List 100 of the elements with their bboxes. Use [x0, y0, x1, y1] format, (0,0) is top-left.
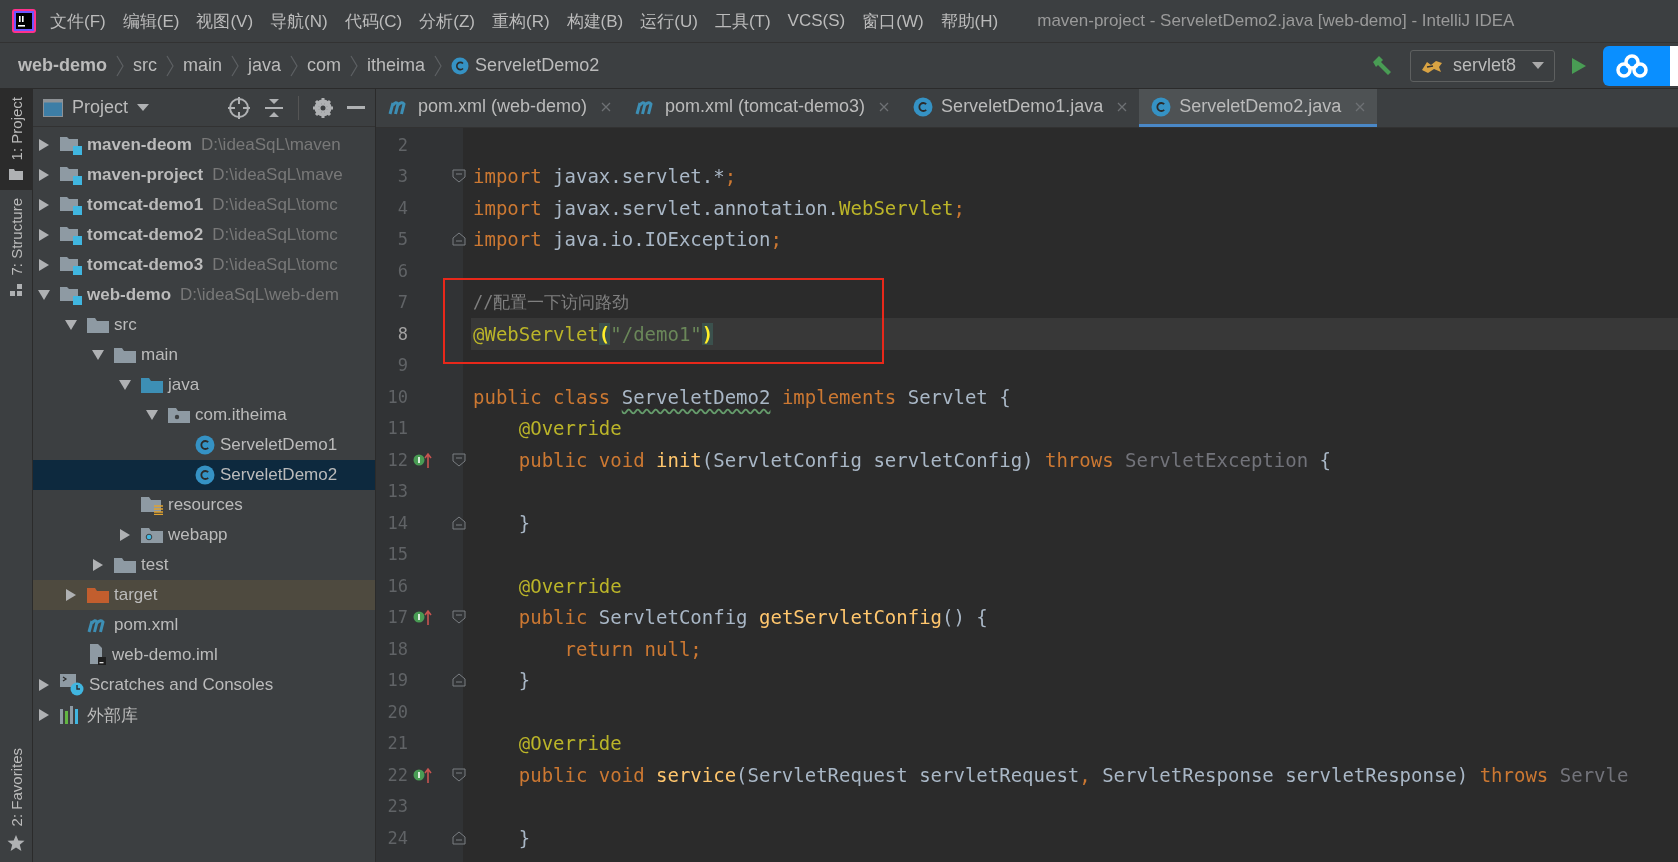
tree-item[interactable]: maven-deom D:\ideaSqL\maven — [33, 130, 375, 160]
fold-icon[interactable] — [451, 673, 466, 688]
fold-icon[interactable] — [451, 515, 466, 530]
tree-item[interactable]: main — [33, 340, 375, 370]
menu-item[interactable]: 代码(C) — [344, 9, 403, 33]
tree-item[interactable]: tomcat-demo3 D:\ideaSqL\tomc — [33, 250, 375, 280]
cloud-widget[interactable] — [1603, 45, 1678, 86]
code-line: import javax.servlet.*; — [472, 164, 738, 190]
menu-item[interactable]: 重构(R) — [492, 9, 550, 33]
fold-icon[interactable] — [451, 232, 466, 247]
tool-window-tab[interactable]: 7: Structure — [0, 190, 32, 306]
tree-item[interactable]: ServeletDemo2 — [33, 460, 375, 490]
tree-item[interactable]: tomcat-demo1 D:\ideaSqL\tomc — [33, 190, 375, 220]
structure-icon — [10, 283, 22, 296]
menu-item[interactable]: 构建(B) — [566, 9, 624, 33]
collapsed-arrow-icon[interactable] — [38, 229, 50, 241]
fold-icon[interactable] — [451, 169, 466, 184]
breadcrumb-item[interactable]: ServeletDemo2 — [451, 55, 600, 76]
collapsed-arrow-icon[interactable] — [38, 139, 50, 151]
menu-item[interactable]: 帮助(H) — [940, 9, 999, 33]
chevron-icon — [434, 54, 443, 77]
menu-item[interactable]: 运行(U) — [640, 9, 698, 33]
chevron-icon — [350, 54, 359, 77]
tree-item[interactable]: web-demo.iml — [33, 640, 375, 670]
menu-item[interactable]: 工具(T) — [714, 9, 771, 33]
locate-icon[interactable] — [228, 96, 250, 119]
menu-item[interactable]: 编辑(E) — [122, 9, 180, 33]
breadcrumb-item[interactable]: java — [248, 55, 282, 76]
package-icon — [168, 406, 190, 424]
breadcrumb-item[interactable]: src — [133, 55, 157, 76]
expanded-arrow-icon[interactable] — [119, 379, 131, 391]
collapsed-arrow-icon[interactable] — [38, 169, 50, 181]
expanded-arrow-icon[interactable] — [146, 409, 158, 421]
collapsed-arrow-icon[interactable] — [65, 589, 77, 601]
tree-item[interactable]: test — [33, 550, 375, 580]
breadcrumb-item[interactable]: com — [307, 55, 342, 76]
editor-tab[interactable]: pom.xml (web-demo) — [376, 89, 624, 127]
code-line: public void init(ServletConfig servletConfig) throws ServletException { — [517, 447, 1332, 473]
code-line: public void service(ServletRequest servletRequest, ServletResponse servletResponse) throws Servle — [517, 762, 1630, 788]
tool-window-tab[interactable]: 1: Project — [0, 89, 32, 191]
fold-icon[interactable] — [451, 830, 466, 845]
module-folder-icon — [60, 195, 82, 215]
editor-tab[interactable]: pom.xml (tomcat-demo3) — [623, 89, 902, 127]
scratches-icon — [60, 674, 84, 696]
collapsed-arrow-icon[interactable] — [92, 559, 104, 571]
fold-icon[interactable] — [451, 452, 466, 467]
tree-item[interactable]: com.itheima — [33, 400, 375, 430]
expanded-arrow-icon[interactable] — [38, 289, 50, 301]
module-folder-icon — [60, 225, 82, 245]
collapsed-arrow-icon[interactable] — [38, 259, 50, 271]
menu-item[interactable]: VCS(S) — [787, 11, 846, 31]
collapsed-arrow-icon[interactable] — [119, 529, 131, 541]
tree-item[interactable]: maven-project D:\ideaSqL\mave — [33, 160, 375, 190]
editor-tab[interactable]: ServeletDemo1.java — [901, 89, 1140, 127]
folder-icon — [114, 556, 136, 574]
fold-icon[interactable] — [451, 610, 466, 625]
implements-marker-icon[interactable] — [413, 451, 433, 468]
collapsed-arrow-icon[interactable] — [38, 679, 50, 691]
breadcrumb-item[interactable]: web-demo — [18, 55, 107, 76]
tree-item[interactable]: resources — [33, 490, 375, 520]
tool-window-tab[interactable]: 2: Favorites — [0, 739, 32, 862]
run-icon[interactable] — [1571, 56, 1587, 75]
module-folder-icon — [60, 135, 82, 155]
breadcrumb-item[interactable]: itheima — [367, 55, 426, 76]
menu-item[interactable]: 窗口(W) — [862, 9, 924, 33]
menu-item[interactable]: 视图(V) — [196, 9, 254, 33]
chevron-icon — [290, 54, 299, 77]
tree-item[interactable]: pom.xml — [33, 610, 375, 640]
menu-item[interactable]: 分析(Z) — [419, 9, 475, 33]
code-line: import java.io.IOException; — [472, 227, 783, 253]
tree-item[interactable]: 外部库 — [33, 700, 375, 730]
folder-icon — [87, 316, 109, 334]
expanded-arrow-icon[interactable] — [65, 319, 77, 331]
tree-item[interactable]: ServeletDemo1 — [33, 430, 375, 460]
collapsed-arrow-icon[interactable] — [38, 709, 50, 721]
tree-item[interactable]: webapp — [33, 520, 375, 550]
collapse-icon[interactable] — [264, 97, 284, 118]
implements-marker-icon[interactable] — [413, 766, 433, 783]
settings-icon[interactable] — [313, 97, 333, 118]
collapsed-arrow-icon[interactable] — [38, 199, 50, 211]
minimize-icon[interactable] — [347, 105, 365, 110]
menu-item[interactable]: 文件(F) — [50, 9, 106, 33]
tree-item[interactable]: java — [33, 370, 375, 400]
view-selector[interactable]: Project — [43, 97, 150, 118]
editor-tab[interactable]: ServeletDemo2.java — [1139, 89, 1378, 127]
breadcrumb-item[interactable]: main — [183, 55, 223, 76]
run-config-dropdown[interactable]: servlet8 — [1409, 49, 1555, 82]
expanded-arrow-icon[interactable] — [92, 349, 104, 361]
panel-icon — [43, 98, 63, 117]
implements-marker-icon[interactable] — [413, 609, 433, 626]
tree-item[interactable]: target — [33, 580, 375, 610]
class-icon — [195, 465, 215, 485]
caret-icon — [137, 103, 150, 112]
code-line: //配置一下访问路劲 — [472, 290, 631, 314]
tree-item[interactable]: src — [33, 310, 375, 340]
tree-item[interactable]: tomcat-demo2 D:\ideaSqL\tomc — [33, 220, 375, 250]
tree-item[interactable]: Scratches and Consoles — [33, 670, 375, 700]
menu-item[interactable]: 导航(N) — [270, 9, 328, 33]
tree-item[interactable]: web-demo D:\ideaSqL\web-dem — [33, 280, 375, 310]
fold-icon[interactable] — [451, 767, 466, 782]
